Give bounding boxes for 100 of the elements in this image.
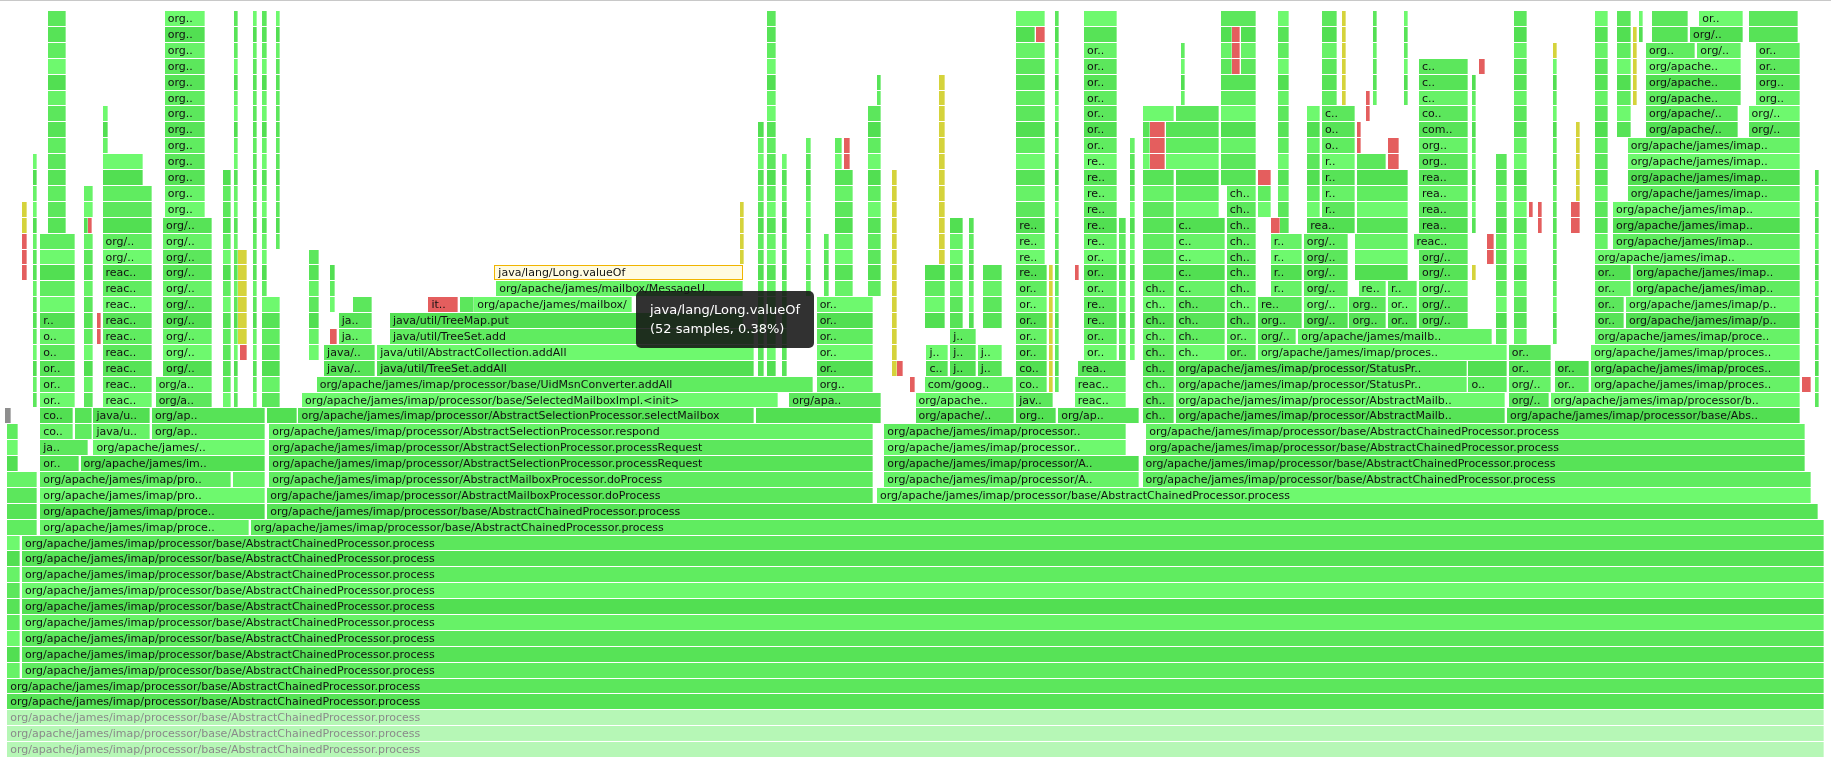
frame[interactable]: r.. <box>1321 154 1355 170</box>
frame[interactable]: org/.. <box>162 217 213 233</box>
frame[interactable]: org/apache/james/imap/processor/base/AbstractChainedProcessor.process <box>1146 424 1806 440</box>
frame[interactable]: org.. <box>164 185 206 201</box>
frame[interactable]: or.. <box>1083 328 1117 344</box>
frame[interactable]: org/apache/james/imap/processor/base/UidMsnConverter.addAll <box>316 376 813 392</box>
frame[interactable]: re.. <box>1016 249 1046 265</box>
frame[interactable]: org/apache/james/imap.. <box>1613 233 1800 249</box>
frame[interactable]: ch.. <box>1142 313 1174 328</box>
frame[interactable]: c.. <box>1419 90 1469 106</box>
frame[interactable]: or.. <box>1016 313 1048 328</box>
frame[interactable]: java/util/TreeSet.addAll <box>377 360 755 376</box>
frame[interactable]: org/apache/james/imap/proce.. <box>40 519 249 535</box>
frame[interactable]: org/apache/james/imap.. <box>1627 170 1800 185</box>
frame[interactable]: org/apache/james/imap/processor/base/SelectedMailboxImpl.<init> <box>302 392 779 408</box>
frame[interactable]: org.. <box>1419 138 1469 154</box>
frame[interactable]: org/apache/james/imap/proces.. <box>1591 376 1800 392</box>
frame[interactable]: or.. <box>816 328 874 344</box>
frame[interactable]: org/apache/james/imap/processor/AbstractMailb.. <box>1175 392 1506 408</box>
frame[interactable]: org/apache/james/imap/processor/base/AbstractChainedProcessor.process <box>267 503 1819 519</box>
frame[interactable]: re.. <box>1257 297 1302 313</box>
frame[interactable]: or.. <box>1083 281 1117 297</box>
frame[interactable]: j.. <box>950 328 976 344</box>
frame[interactable]: rea.. <box>1307 217 1355 233</box>
frame[interactable]: rea.. <box>1419 170 1469 185</box>
frame[interactable]: or.. <box>1755 58 1800 74</box>
frame[interactable]: rea.. <box>1419 217 1469 233</box>
frame[interactable]: re.. <box>1083 313 1117 328</box>
frame[interactable]: c.. <box>1321 106 1355 122</box>
frame[interactable]: ch.. <box>1226 185 1257 201</box>
frame[interactable]: org/apache/james/imap/processor/A.. <box>884 456 1139 471</box>
frame[interactable]: ch.. <box>1142 392 1174 408</box>
frame[interactable]: org/apache/james/imap.. <box>1633 281 1800 297</box>
frame[interactable]: reac.. <box>102 392 152 408</box>
frame[interactable]: or.. <box>1755 42 1800 58</box>
frame[interactable]: or.. <box>40 360 76 376</box>
frame[interactable]: or.. <box>1594 313 1625 328</box>
frame[interactable]: org.. <box>164 27 206 42</box>
frame[interactable]: org/.. <box>1303 281 1348 297</box>
frame[interactable]: or.. <box>1083 58 1117 74</box>
frame[interactable]: r.. <box>1270 233 1302 249</box>
frame[interactable]: org/apache/james/imap/processor/StatusPr.. <box>1175 360 1467 376</box>
frame[interactable]: ch.. <box>1226 201 1257 217</box>
frame[interactable]: org.. <box>816 376 874 392</box>
frame[interactable]: java/.. <box>324 344 376 360</box>
frame[interactable]: r.. <box>40 313 76 328</box>
frame[interactable]: ch.. <box>1226 233 1257 249</box>
frame[interactable]: org/apa.. <box>789 392 881 408</box>
frame[interactable]: co.. <box>1016 376 1048 392</box>
frame[interactable]: org/apache/james/imap/proces.. <box>1591 360 1800 376</box>
frame[interactable]: or.. <box>1016 297 1048 313</box>
frame[interactable]: ch.. <box>1175 297 1225 313</box>
frame[interactable]: org/apache/james/imap/pro.. <box>40 471 231 487</box>
frame[interactable]: or.. <box>40 376 76 392</box>
frame[interactable]: c.. <box>1175 249 1225 265</box>
frame[interactable]: ch.. <box>1226 281 1257 297</box>
frame[interactable]: or.. <box>1016 328 1048 344</box>
frame[interactable]: org/apache.. <box>1646 90 1742 106</box>
frame[interactable]: o.. <box>40 328 76 344</box>
frame[interactable]: org.. <box>1349 297 1387 313</box>
frame[interactable]: or.. <box>1083 106 1117 122</box>
frame[interactable]: org/.. <box>1303 297 1348 313</box>
frame[interactable]: j.. <box>926 344 949 360</box>
frame[interactable]: or.. <box>1554 360 1590 376</box>
frame[interactable]: reac.. <box>1413 233 1469 249</box>
frame[interactable]: org.. <box>164 11 206 27</box>
frame[interactable]: ch.. <box>1142 360 1174 376</box>
frame[interactable]: org/apache/james/imap/processor/base/AbstractChainedProcessor.process <box>877 487 1811 503</box>
frame[interactable]: org/ap.. <box>151 408 266 424</box>
frame[interactable]: re.. <box>1083 233 1117 249</box>
frame[interactable]: org/apache/james/imap/processor/AbstractSelectionProcessor.selectMailbox <box>298 408 755 424</box>
frame[interactable]: c.. <box>926 360 949 376</box>
frame[interactable]: org/apache/james/imap/processor/StatusPr.. <box>1175 376 1467 392</box>
frame[interactable]: or.. <box>1083 265 1117 281</box>
frame[interactable]: or.. <box>1083 90 1117 106</box>
frame[interactable]: org.. <box>164 74 206 90</box>
frame[interactable]: org/.. <box>162 249 213 265</box>
frame[interactable]: org/.. <box>1303 265 1348 281</box>
frame[interactable]: org/.. <box>1748 106 1800 122</box>
frame[interactable]: ch.. <box>1142 408 1174 424</box>
frame[interactable]: ja.. <box>338 313 372 328</box>
frame[interactable]: org/apache/james/imap/processor/AbstractSelectionProcessor.respond <box>269 424 874 440</box>
frame[interactable]: or.. <box>1083 74 1117 90</box>
frame[interactable]: reac.. <box>102 344 152 360</box>
frame[interactable]: j.. <box>950 360 976 376</box>
frame[interactable]: reac.. <box>102 265 152 281</box>
frame[interactable]: ch.. <box>1175 328 1225 344</box>
frame[interactable]: org/.. <box>162 265 213 281</box>
frame[interactable]: r.. <box>1270 281 1302 297</box>
frame[interactable]: r.. <box>1270 249 1302 265</box>
frame[interactable]: org/apache/james/imap.. <box>1627 185 1800 201</box>
frame[interactable]: org.. <box>164 154 206 170</box>
frame[interactable]: r.. <box>1270 265 1302 281</box>
frame[interactable]: org.. <box>1016 408 1057 424</box>
frame[interactable]: org.. <box>164 122 206 138</box>
frame[interactable]: or.. <box>1083 138 1117 154</box>
frame[interactable]: org/apache/james/.. <box>93 440 266 456</box>
frame[interactable]: org/apache/james/imap/processor/A.. <box>884 471 1139 487</box>
frame[interactable]: org/apache/james/imap/processor/base/AbstractChainedProcessor.process <box>1146 440 1806 456</box>
frame[interactable]: or.. <box>1016 344 1048 360</box>
